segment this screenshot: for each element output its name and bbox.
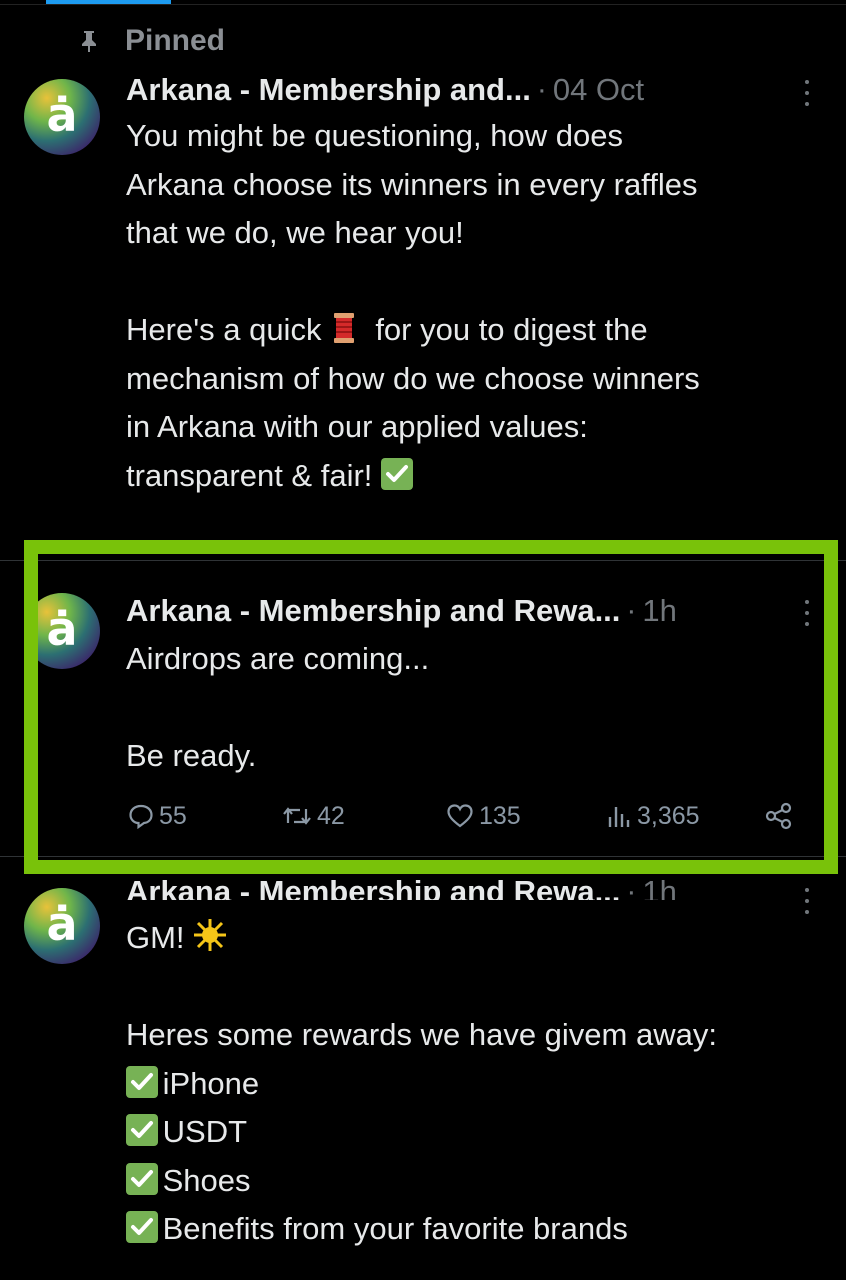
avatar[interactable]: ȧ — [24, 593, 100, 669]
separator: · — [626, 875, 637, 900]
check-mark-icon — [126, 1064, 158, 1098]
rewards-intro: Heres some rewards we have givem away: — [126, 1017, 717, 1052]
tweet-header: Arkana - Membership and... · 04 Oct — [126, 68, 644, 112]
like-button[interactable]: 135 — [446, 796, 521, 836]
thread-spool-icon — [330, 310, 358, 343]
tweet-paragraph: You might be questioning, how does Arkan… — [126, 118, 698, 250]
tweet-pinned[interactable]: ȧ Arkana - Membership and... · 04 Oct Yo… — [0, 0, 846, 540]
avatar-letter: ȧ — [46, 88, 78, 142]
tweet-text: Airdrops are coming... Be ready. — [126, 635, 826, 781]
avatar[interactable]: ȧ — [24, 79, 100, 155]
tweet-actions: 55 42 135 3,365 — [128, 796, 808, 836]
tweet-line: Airdrops are coming... — [126, 641, 430, 676]
separator: · — [626, 594, 637, 627]
share-icon — [765, 802, 792, 830]
tweet-paragraph: Here's a quick — [126, 312, 322, 347]
timestamp[interactable]: 04 Oct — [553, 72, 644, 108]
check-mark-icon — [126, 1161, 158, 1195]
tweet-text: GM! Heres some rewards we have givem awa… — [126, 914, 826, 1254]
repost-button[interactable]: 42 — [282, 796, 345, 836]
tweet-highlighted[interactable]: ȧ Arkana - Membership and Rewa... · 1h A… — [0, 560, 846, 854]
check-mark-icon — [126, 1112, 158, 1146]
tweet-text: You might be questioning, how does Arkan… — [126, 112, 826, 500]
like-count: 135 — [479, 801, 521, 830]
more-options-icon[interactable] — [804, 80, 810, 106]
check-mark-icon — [381, 456, 414, 490]
tweet-header: Arkana - Membership and Rewa... · 1h — [126, 870, 677, 900]
tweet-header-clipped: Arkana - Membership and Rewa... · 1h — [0, 870, 846, 900]
separator: · — [536, 73, 547, 106]
tweet-rewards[interactable]: ȧ Arkana - Membership and Rewa... · 1h G… — [0, 856, 846, 1280]
reply-icon — [129, 804, 153, 829]
tweet-line: Be ready. — [126, 738, 257, 773]
reward-item: Benefits from your favorite brands — [162, 1211, 628, 1246]
tweet-header: Arkana - Membership and Rewa... · 1h — [126, 589, 677, 633]
author-name[interactable]: Arkana - Membership and Rewa... — [126, 593, 620, 629]
more-options-icon[interactable] — [804, 600, 810, 626]
sun-icon — [193, 918, 227, 951]
views-chart-icon — [608, 807, 630, 827]
avatar-letter: ȧ — [46, 602, 78, 656]
reply-count: 55 — [159, 801, 187, 830]
check-mark-icon — [126, 1209, 158, 1243]
reward-item: Shoes — [162, 1162, 251, 1198]
timestamp[interactable]: 1h — [642, 593, 676, 629]
share-button[interactable] — [764, 796, 794, 836]
avatar-letter: ȧ — [46, 897, 78, 951]
views-button[interactable]: 3,365 — [606, 796, 700, 836]
more-options-icon[interactable] — [804, 888, 810, 914]
heart-icon — [447, 804, 473, 828]
reward-item: USDT — [162, 1114, 248, 1149]
timestamp[interactable]: 1h — [642, 874, 676, 900]
tweet-greeting: GM! — [126, 920, 185, 955]
repost-icon — [283, 807, 311, 825]
author-name[interactable]: Arkana - Membership and... — [126, 72, 531, 108]
repost-count: 42 — [317, 801, 345, 830]
views-count: 3,365 — [637, 801, 700, 830]
reward-item: iPhone — [162, 1065, 260, 1101]
author-name[interactable]: Arkana - Membership and Rewa... — [126, 874, 620, 900]
reply-button[interactable]: 55 — [128, 796, 187, 836]
